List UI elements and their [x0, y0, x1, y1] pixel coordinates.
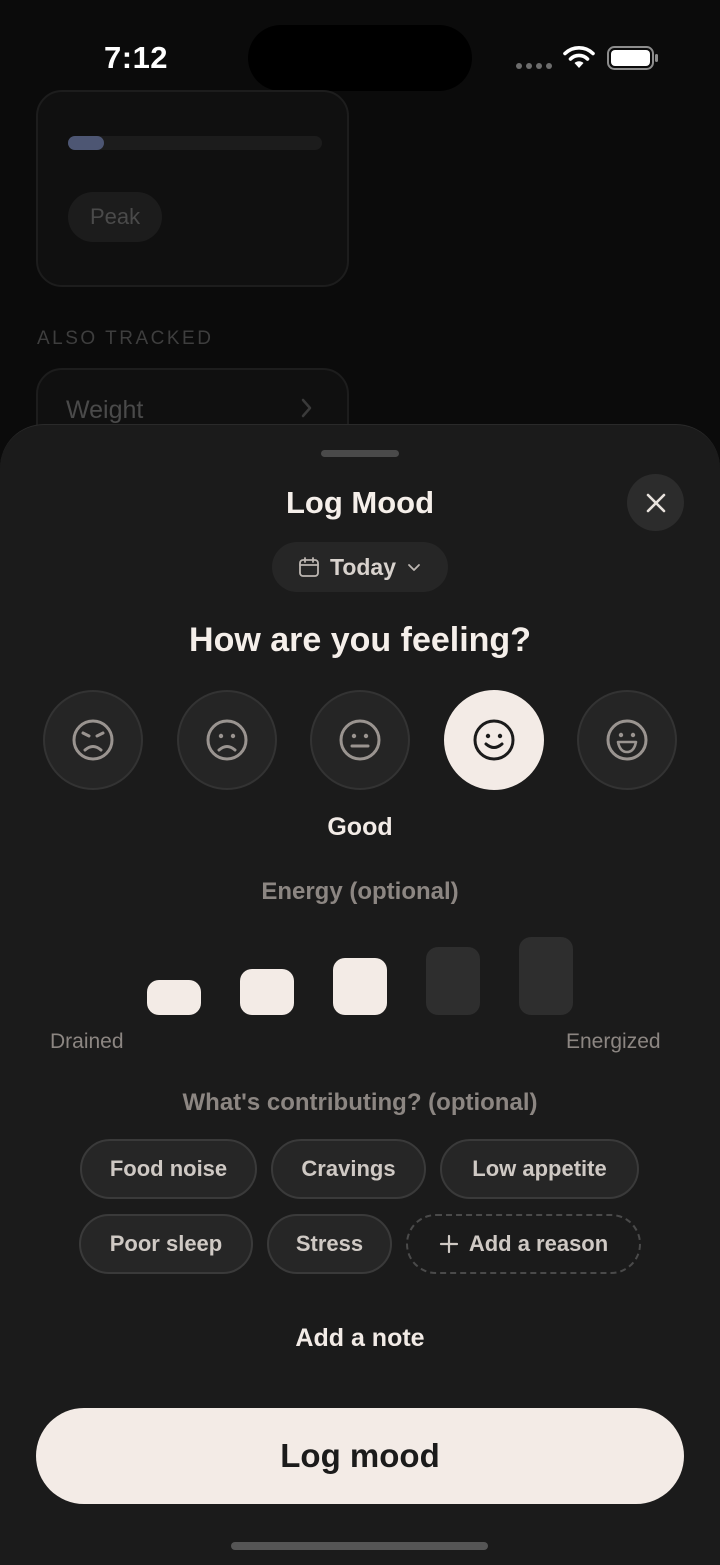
mood-selector — [43, 690, 677, 790]
selected-mood-label: Good — [327, 813, 393, 841]
close-button[interactable] — [627, 474, 684, 531]
add-reason-button[interactable]: Add a reason — [406, 1214, 641, 1274]
date-label: Today — [329, 553, 397, 580]
chevron-down-icon — [408, 564, 420, 571]
energy-level-4[interactable] — [426, 947, 480, 1015]
reason-chip-low-appetite[interactable]: Low appetite — [440, 1139, 639, 1199]
mood-question: How are you feeling? — [189, 621, 531, 659]
sheet-grabber[interactable] — [321, 450, 399, 457]
background-chip: Peak — [68, 192, 163, 242]
angry-face-icon — [72, 719, 114, 761]
neutral-face-icon — [339, 719, 381, 761]
reason-chip-cravings[interactable]: Cravings — [271, 1139, 426, 1199]
energy-level-2[interactable] — [240, 969, 294, 1015]
dynamic-island — [248, 25, 472, 91]
calendar-icon — [299, 557, 319, 577]
mood-option-neutral[interactable] — [310, 690, 410, 790]
reason-chip-poor-sleep[interactable]: Poor sleep — [79, 1214, 253, 1274]
add-note-button[interactable]: Add a note — [0, 1324, 720, 1353]
mood-option-great[interactable] — [577, 690, 677, 790]
battery-icon — [607, 46, 658, 70]
energy-high-label: Energized — [566, 1030, 661, 1053]
mood-option-sad[interactable] — [177, 690, 277, 790]
energy-title: Energy (optional) — [261, 878, 459, 905]
reason-chip-stress[interactable]: Stress — [267, 1214, 392, 1274]
sheet-title: Log Mood — [285, 485, 435, 520]
close-icon — [646, 493, 665, 512]
section-label: ALSO TRACKED — [37, 328, 214, 349]
energy-selector — [0, 925, 720, 1025]
smile-face-icon — [473, 719, 515, 761]
add-reason-label: Add a reason — [468, 1231, 609, 1256]
background-progress-track — [68, 136, 322, 150]
background-row-label: Weight — [66, 396, 144, 424]
log-mood-sheet: Log Mood Today How are you feeling? Good… — [0, 424, 720, 1565]
date-selector[interactable]: Today — [272, 542, 448, 592]
mood-option-angry[interactable] — [43, 690, 143, 790]
log-mood-button[interactable]: Log mood — [36, 1408, 684, 1504]
energy-level-1[interactable] — [147, 980, 201, 1015]
energy-level-5[interactable] — [519, 937, 573, 1015]
home-indicator — [231, 1542, 488, 1550]
mood-option-good[interactable] — [444, 690, 544, 790]
chevron-right-icon — [301, 398, 312, 418]
reason-chip-food-noise[interactable]: Food noise — [80, 1139, 257, 1199]
wifi-icon — [563, 46, 595, 68]
background-progress-fill — [68, 136, 104, 150]
energy-level-3[interactable] — [333, 958, 387, 1015]
grin-face-icon — [606, 719, 648, 761]
energy-low-label: Drained — [50, 1030, 124, 1053]
contributing-title: What's contributing? (optional) — [182, 1089, 538, 1116]
status-time: 7:12 — [104, 40, 169, 75]
plus-icon — [439, 1234, 458, 1254]
sad-face-icon — [206, 719, 248, 761]
background-card: Peak — [36, 90, 349, 287]
log-mood-button-label: Log mood — [280, 1437, 440, 1474]
background-page: Peak ALSO TRACKED Weight — [0, 90, 720, 458]
signal-icon — [516, 63, 552, 69]
